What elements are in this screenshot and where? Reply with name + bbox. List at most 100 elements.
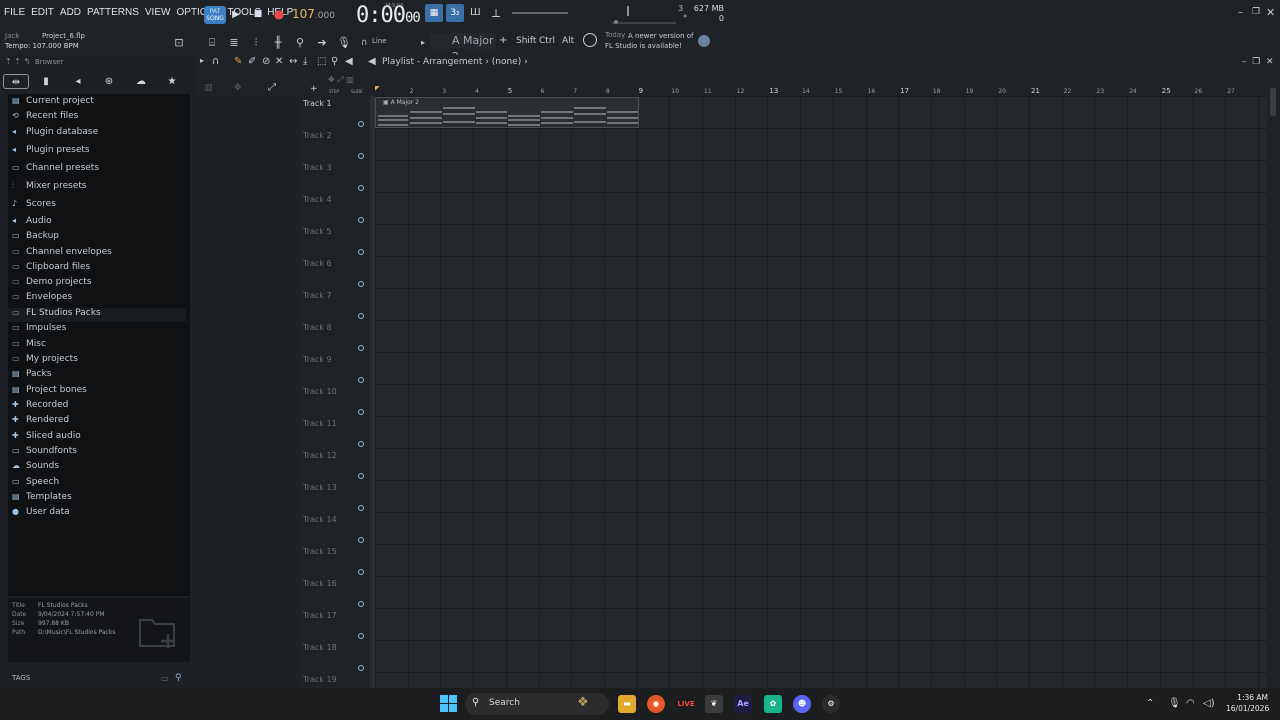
pattern-arrow-icon[interactable]: ▸: [416, 36, 430, 50]
browser-nav-icons[interactable]: ⇡ ⇡ ↰: [5, 57, 30, 66]
track-name[interactable]: Track 11: [303, 419, 337, 428]
browser-item[interactable]: ♪ Scores: [12, 199, 56, 213]
track-enable-toggle[interactable]: [358, 121, 364, 127]
wifi-icon[interactable]: ◠: [1186, 698, 1195, 709]
browser-item[interactable]: ▭ My projects: [12, 354, 78, 368]
browser-item[interactable]: ▭ Soundfonts: [12, 446, 77, 460]
move-icon[interactable]: ✥: [234, 83, 242, 93]
track-name[interactable]: Track 5: [303, 227, 332, 236]
browser-item[interactable]: ✚ Recorded: [12, 400, 68, 414]
track-enable-toggle[interactable]: [358, 665, 364, 671]
browser-item[interactable]: ⟲ Recent files: [12, 111, 78, 125]
mute-tool-icon[interactable]: ✕: [275, 56, 283, 67]
taskbar-search[interactable]: ⚲ ❖: [465, 693, 609, 715]
microphone-icon[interactable]: 🎙: [337, 36, 351, 50]
browser-item[interactable]: ✚ Sliced audio: [12, 431, 81, 445]
ctrl-key-button[interactable]: Ctrl: [539, 36, 555, 46]
online-status-icon[interactable]: [698, 35, 710, 47]
chatgpt-icon[interactable]: ✿: [764, 695, 782, 713]
playlist-window-icon[interactable]: ⊡: [172, 36, 186, 50]
track-enable-toggle[interactable]: [358, 281, 364, 287]
menu-view[interactable]: VIEW: [145, 7, 171, 18]
alt-key-button[interactable]: Alt: [562, 36, 574, 46]
tag-folder-icon[interactable]: ▭: [161, 674, 169, 683]
track-enable-toggle[interactable]: [358, 473, 364, 479]
pattern-selector[interactable]: A Major 2: [430, 33, 496, 63]
track-name[interactable]: Track 3: [303, 163, 332, 172]
slip-tool-icon[interactable]: ↔: [289, 56, 297, 67]
playback-tool-icon[interactable]: ◀: [345, 56, 353, 67]
playlist-vertical-scrollbar[interactable]: [1267, 84, 1280, 688]
play-button[interactable]: ▶: [230, 8, 242, 20]
browser-item[interactable]: ◂ Plugin database: [12, 127, 98, 141]
playlist-menu-icon[interactable]: ▸: [200, 56, 204, 65]
browser-item[interactable]: ▭ Clipboard files: [12, 262, 90, 276]
track-name[interactable]: Track 12: [303, 451, 337, 460]
browser-item[interactable]: ▤ Project bones: [12, 385, 87, 399]
track-name[interactable]: Track 9: [303, 355, 332, 364]
track-enable-toggle[interactable]: [358, 217, 364, 223]
record-button[interactable]: ●: [273, 7, 285, 21]
piano-roll-icon[interactable]: ⌸: [205, 36, 219, 50]
tag-search-icon[interactable]: ⚲: [175, 673, 182, 683]
close-icon[interactable]: ✕: [1266, 6, 1275, 19]
playlist-window-controls[interactable]: – ❐ ✕: [1242, 57, 1274, 67]
news-icon[interactable]: [583, 33, 597, 47]
minimize-icon[interactable]: –: [1238, 7, 1243, 18]
news-text[interactable]: A newer version of FL Studio is availabl…: [605, 31, 697, 51]
track-name[interactable]: Track 4: [303, 195, 332, 204]
menu-patterns[interactable]: PATTERNS: [87, 7, 139, 18]
menu-file[interactable]: FILE: [4, 7, 25, 18]
track-enable-toggle[interactable]: [358, 633, 364, 639]
track-enable-toggle[interactable]: [358, 505, 364, 511]
track-enable-toggle[interactable]: [358, 377, 364, 383]
browser-item[interactable]: ▭ FL Studios Packs: [8, 308, 186, 322]
track-name[interactable]: Track 13: [303, 483, 337, 492]
browser-item[interactable]: ▤ Current project: [12, 96, 94, 110]
browser-item[interactable]: ▤ Templates: [12, 492, 72, 506]
browser-item[interactable]: ✚ Rendered: [12, 415, 69, 429]
maximize-icon[interactable]: ❐: [1252, 7, 1260, 17]
track-name[interactable]: Track 8: [303, 323, 332, 332]
settings-app-icon[interactable]: ⚙: [822, 695, 840, 713]
track-name[interactable]: Track 19: [303, 675, 337, 684]
windows-start-icon[interactable]: [440, 695, 457, 712]
track-enable-toggle[interactable]: [358, 537, 364, 543]
master-volume-slider[interactable]: [512, 12, 568, 14]
paint-tool-icon[interactable]: ✐: [248, 56, 256, 67]
tray-chevron-icon[interactable]: ⌃: [1146, 698, 1154, 709]
browser-tab-all[interactable]: ⇹: [3, 74, 29, 89]
stop-button[interactable]: ■: [252, 8, 264, 20]
browser-item[interactable]: ▭ Demo projects: [12, 277, 92, 291]
browser-item[interactable]: ▭ Envelopes: [12, 292, 72, 306]
tempo-display[interactable]: 107.000: [292, 7, 335, 21]
track-enable-toggle[interactable]: [358, 345, 364, 351]
typing-keyboard-icon[interactable]: ▦: [425, 4, 443, 22]
firefox-icon[interactable]: ◉: [647, 695, 665, 713]
arrow-icon[interactable]: ➔: [315, 36, 329, 50]
track-enable-toggle[interactable]: [358, 313, 364, 319]
shift-key-button[interactable]: Shift: [516, 36, 536, 46]
scroll-icons[interactable]: ✥ ⤢ ▥: [328, 75, 354, 85]
step-edit-icon[interactable]: 3₂: [446, 4, 464, 22]
microphone-tray-icon[interactable]: 🎙: [1168, 698, 1181, 709]
browser-tab-plugins[interactable]: ◂: [65, 74, 91, 89]
add-pattern-button[interactable]: +: [499, 35, 507, 46]
snap-select[interactable]: Line: [372, 37, 387, 45]
browser-item[interactable]: ◂ Audio: [12, 216, 52, 230]
track-name[interactable]: Track 10: [303, 387, 337, 396]
pencil-tool-icon[interactable]: ✎: [234, 56, 242, 67]
metronome-icon[interactable]: ⟂: [492, 6, 500, 21]
zoom-tool-icon[interactable]: ⚲: [331, 56, 338, 67]
scroll-thumb[interactable]: [1270, 88, 1276, 116]
track-name[interactable]: Track 15: [303, 547, 337, 556]
browser-item[interactable]: ▭ Channel presets: [12, 163, 99, 177]
browser-item[interactable]: ▭ Channel envelopes: [12, 247, 112, 261]
browser-item[interactable]: ▭ Misc: [12, 339, 46, 353]
track-enable-toggle[interactable]: [358, 249, 364, 255]
timeline-ruler[interactable]: ◤ 2 3 4 5 6 7 8 9 10 11 12 13 14 15 16 17 18 19 20 21 22 23 24 2…: [375, 84, 1267, 96]
browser-item[interactable]: ● User data: [12, 507, 70, 521]
menu-edit[interactable]: EDIT: [31, 7, 54, 18]
slice-tool-icon[interactable]: ⤓: [303, 56, 307, 67]
playhead-marker[interactable]: ◤: [375, 85, 380, 92]
